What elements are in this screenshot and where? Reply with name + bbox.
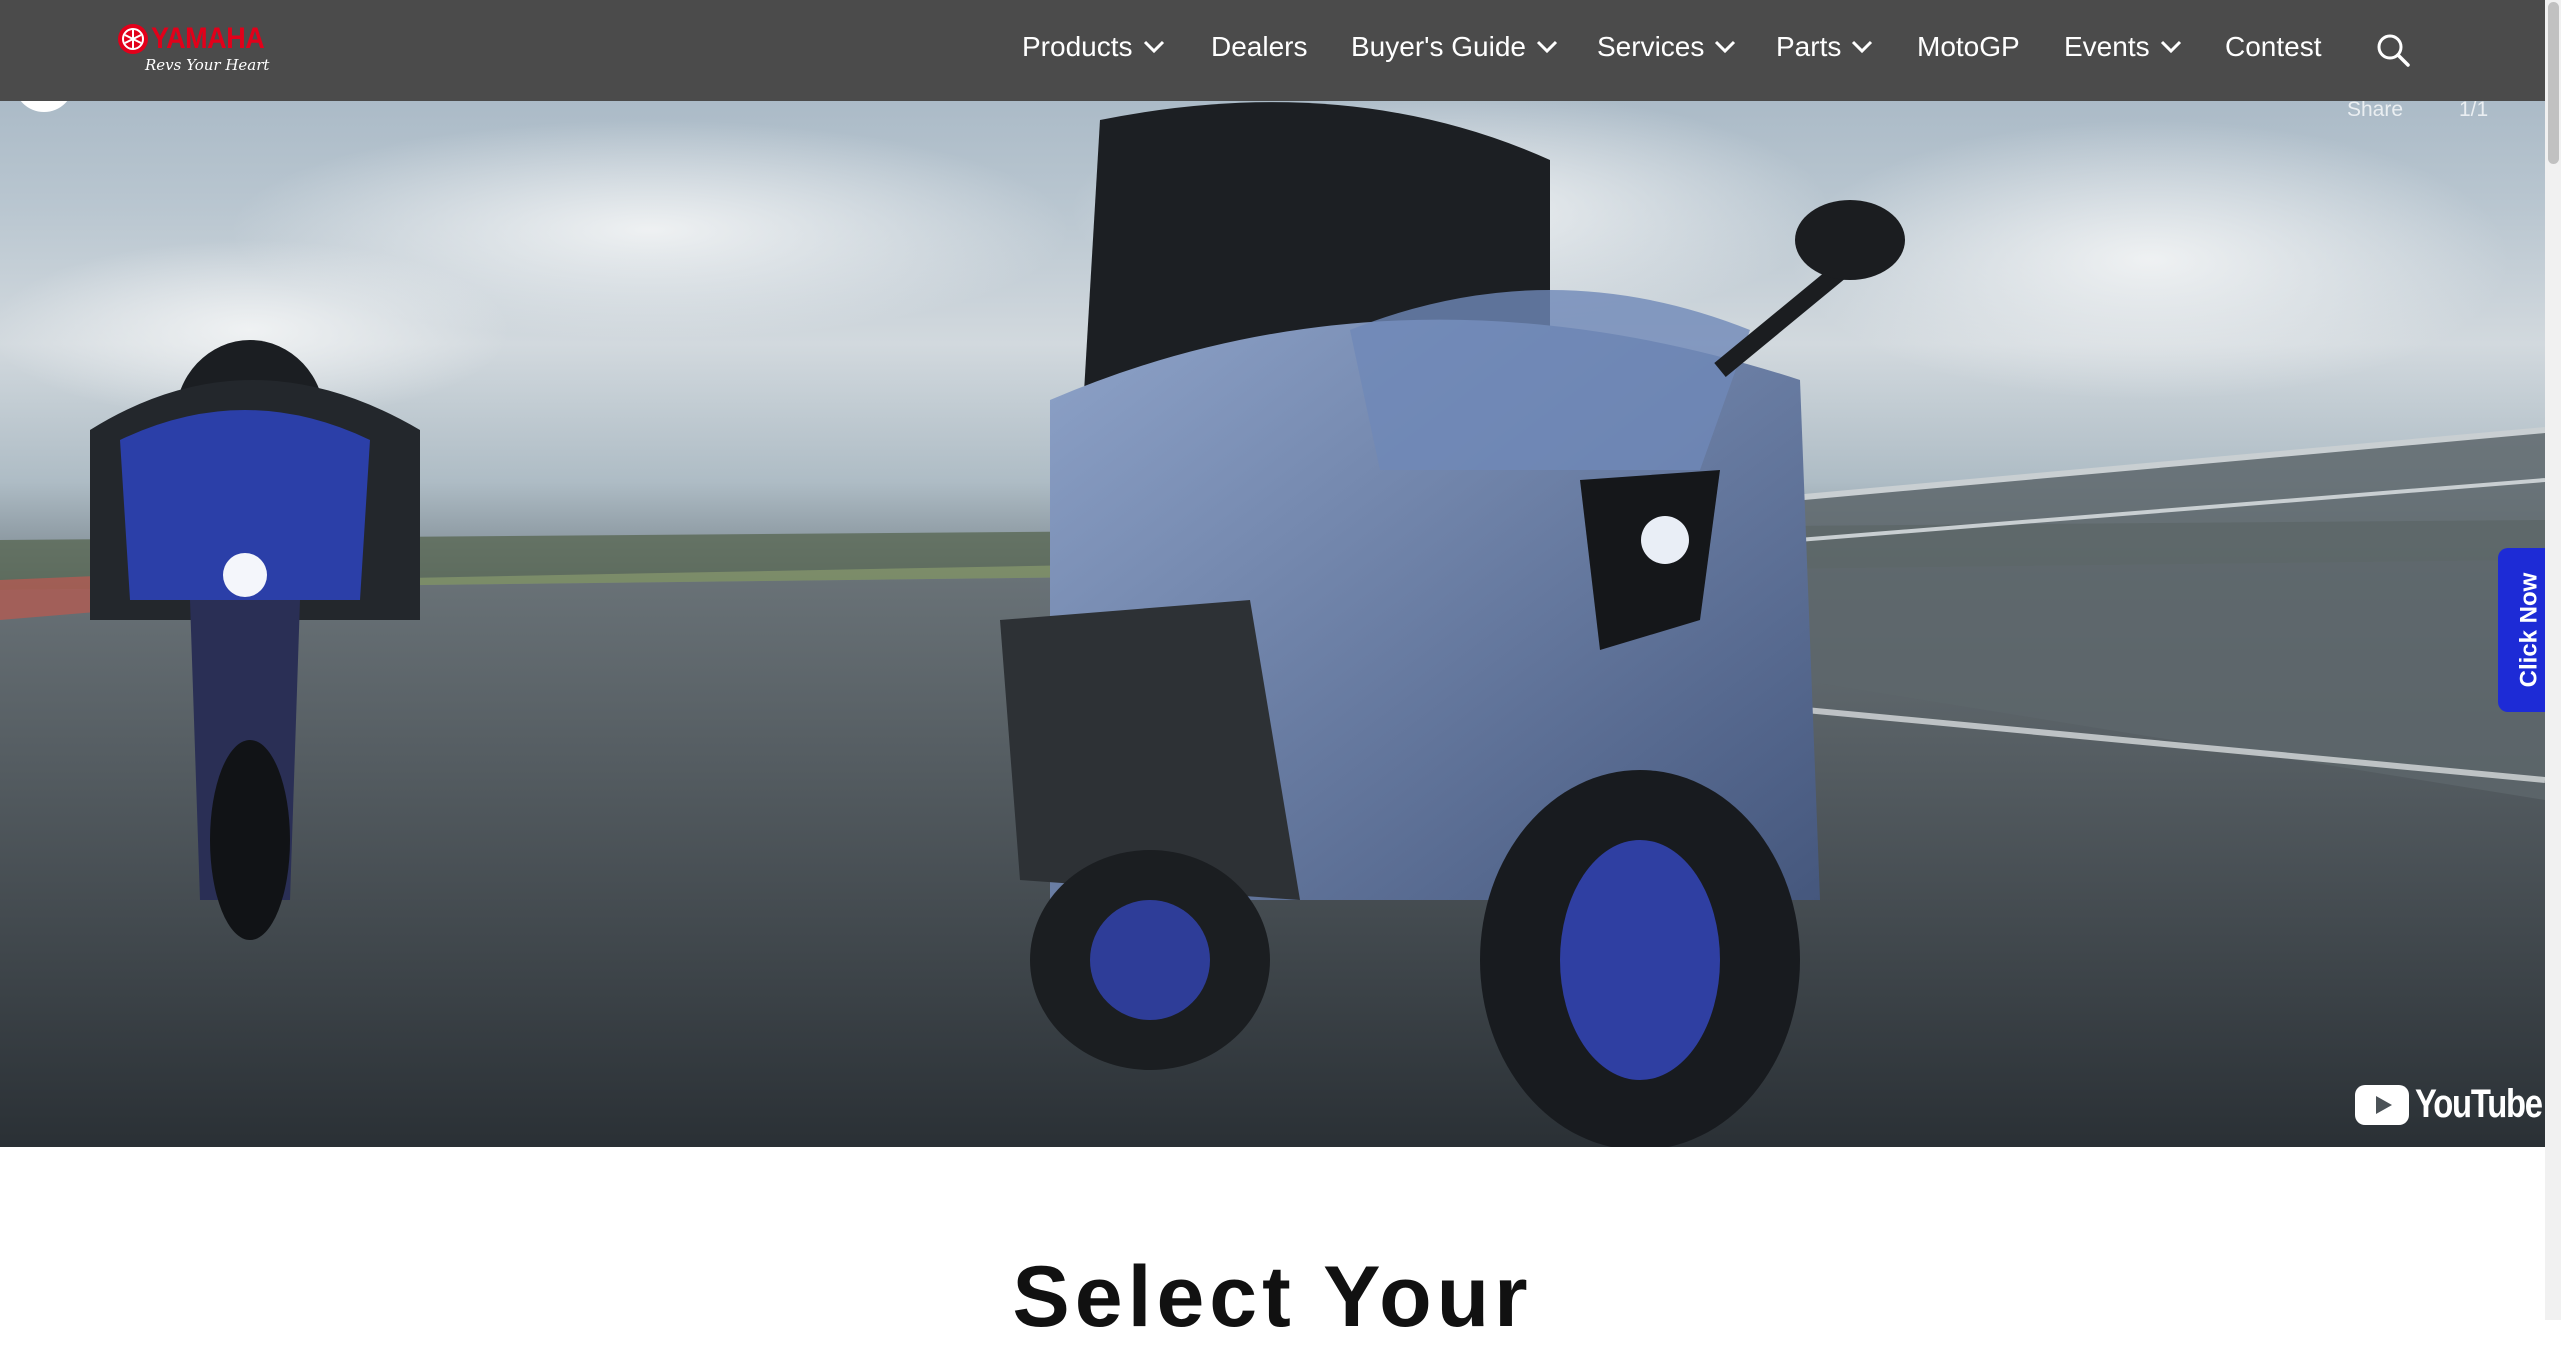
hero-video[interactable]: Share 1/1 YouTube [0,0,2545,1147]
section-title: Select Your [1012,1249,1533,1345]
youtube-logo[interactable]: YouTube [2355,1082,2545,1127]
nav-label: Buyer's Guide [1351,31,1526,62]
nav-services[interactable]: Services [1597,31,1736,63]
yamaha-logo[interactable]: YAMAHA Revs Your Heart [118,22,278,80]
nav-dealers[interactable]: Dealers [1211,31,1307,63]
search-icon[interactable] [2375,32,2411,68]
chevron-down-icon [1715,40,1736,54]
nav-label: Events [2064,31,2150,62]
youtube-wordmark: YouTube [2415,1082,2543,1126]
nav-events[interactable]: Events [2064,31,2182,63]
nav-buyers-guide[interactable]: Buyer's Guide [1351,31,1558,63]
chevron-down-icon [2160,40,2181,54]
nav-label: Services [1597,31,1705,62]
chevron-down-icon [1536,40,1558,54]
page-scrollbar-thumb[interactable] [2548,2,2559,164]
tuning-fork-emblem-icon [118,24,148,54]
nav-products[interactable]: Products [1022,31,1165,63]
site-header: YAMAHA Revs Your Heart Products Dealers … [0,0,2545,101]
chevron-down-icon [1143,40,1164,54]
video-share-label[interactable]: Share [2347,98,2403,122]
click-now-label: Click Now [2515,572,2543,688]
nav-contest[interactable]: Contest [2225,31,2322,63]
nav-motogp[interactable]: MotoGP [1917,31,2020,63]
nav-label: Parts [1776,31,1842,62]
video-counter: 1/1 [2459,98,2489,121]
nav-label: Contest [2225,31,2322,62]
hero-video-frame [0,90,2545,1147]
youtube-play-icon [2355,1084,2409,1125]
nav-label: MotoGP [1917,31,2020,62]
logo-tagline: Revs Your Heart [145,56,270,74]
page-scrollbar[interactable] [2545,0,2561,1320]
nav-label: Dealers [1211,31,1308,62]
chevron-down-icon [1852,40,1873,54]
logo-wordmark: YAMAHA [151,22,265,55]
nav-parts[interactable]: Parts [1776,31,1873,63]
nav-label: Products [1022,31,1133,62]
